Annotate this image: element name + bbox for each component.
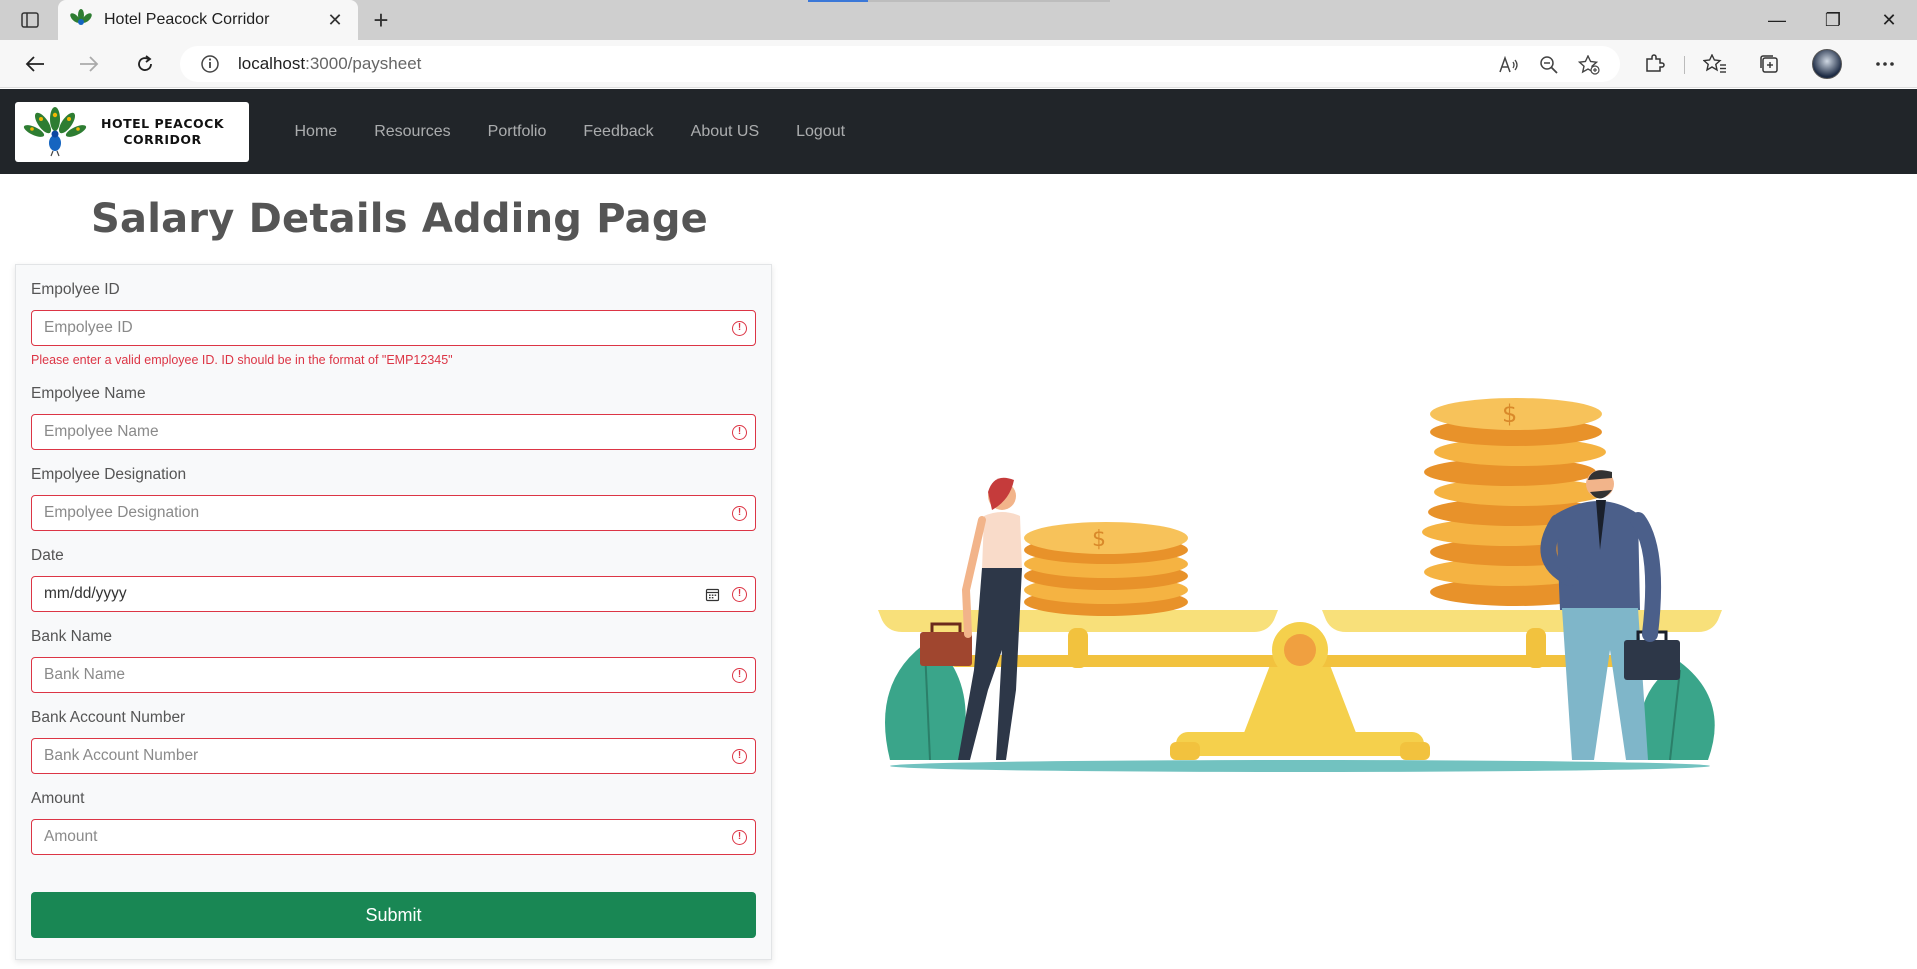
site-header: HOTEL PEACOCK CORRIDOR Home Resources Po… (0, 89, 1917, 174)
calendar-icon[interactable] (705, 587, 720, 602)
amount-label: Amount (31, 790, 85, 807)
bank-name-input[interactable]: Bank Name ! (31, 657, 756, 693)
employee-designation-input[interactable]: Empolyee Designation ! (31, 495, 756, 531)
bank-account-placeholder: Bank Account Number (44, 747, 199, 764)
employee-designation-placeholder: Empolyee Designation (44, 504, 200, 521)
address-bar[interactable]: localhost:3000/paysheet (180, 46, 1620, 82)
profile-avatar[interactable] (1809, 48, 1845, 80)
logo-line-1: HOTEL PEACOCK (101, 116, 225, 131)
error-icon: ! (732, 587, 747, 602)
employee-name-label: Empolyee Name (31, 385, 146, 402)
site-logo[interactable]: HOTEL PEACOCK CORRIDOR (15, 102, 249, 162)
amount-input[interactable]: Amount ! (31, 819, 756, 855)
browser-tab-bar: Hotel Peacock Corridor ✕ + — ❐ ✕ (0, 0, 1917, 40)
date-placeholder: mm/dd/yyyy (44, 585, 127, 602)
zoom-out-icon[interactable] (1532, 52, 1566, 78)
tab-actions-icon[interactable] (14, 8, 46, 32)
collections-icon[interactable] (1751, 48, 1787, 80)
employee-id-label: Empolyee ID (31, 281, 120, 298)
logo-line-2: CORRIDOR (123, 132, 202, 147)
url-host: localhost (238, 54, 306, 73)
submit-button[interactable]: Submit (31, 892, 756, 938)
tab-title: Hotel Peacock Corridor (104, 11, 270, 28)
amount-placeholder: Amount (44, 828, 98, 845)
read-aloud-icon[interactable] (1492, 52, 1526, 78)
close-window-button[interactable]: ✕ (1861, 0, 1917, 40)
svg-text:$: $ (1092, 527, 1106, 552)
date-input[interactable]: mm/dd/yyyy ! (31, 576, 756, 612)
peacock-favicon-icon (70, 9, 92, 25)
tab-close-icon[interactable]: ✕ (324, 10, 346, 31)
nav-portfolio[interactable]: Portfolio (469, 123, 565, 141)
salary-balance-illustration: $ $ (878, 398, 1722, 772)
bank-account-input[interactable]: Bank Account Number ! (31, 738, 756, 774)
salary-form: Empolyee ID Empolyee ID ! Please enter a… (15, 264, 772, 960)
toolbar-separator (1684, 56, 1685, 74)
error-icon: ! (732, 506, 747, 521)
peacock-logo-icon (23, 107, 87, 157)
back-arrow-icon[interactable] (18, 48, 52, 80)
nav-feedback[interactable]: Feedback (565, 123, 672, 141)
employee-id-input[interactable]: Empolyee ID ! (31, 310, 756, 346)
nav-about-us[interactable]: About US (672, 123, 777, 141)
employee-id-error: Please enter a valid employee ID. ID sho… (31, 353, 453, 367)
new-tab-button[interactable]: + (366, 6, 396, 34)
nav-resources[interactable]: Resources (356, 123, 469, 141)
error-icon: ! (732, 668, 747, 683)
nav-logout[interactable]: Logout (778, 123, 864, 141)
bank-name-placeholder: Bank Name (44, 666, 125, 683)
nav-home[interactable]: Home (276, 123, 356, 141)
add-favorite-icon[interactable] (1572, 52, 1606, 78)
date-label: Date (31, 547, 64, 564)
error-icon: ! (732, 321, 747, 336)
bank-name-label: Bank Name (31, 628, 112, 645)
error-icon: ! (732, 749, 747, 764)
bank-account-label: Bank Account Number (31, 709, 186, 726)
employee-id-placeholder: Empolyee ID (44, 319, 133, 336)
coin-stack-small-icon: $ (1024, 522, 1188, 616)
page-title: Salary Details Adding Page (91, 196, 708, 242)
restore-button[interactable]: ❐ (1805, 0, 1861, 40)
browser-tab-active[interactable]: Hotel Peacock Corridor ✕ (58, 0, 358, 40)
main-nav: Home Resources Portfolio Feedback About … (276, 89, 864, 174)
forward-arrow-icon[interactable] (72, 48, 106, 80)
logo-text: HOTEL PEACOCK CORRIDOR (101, 116, 224, 148)
employee-designation-label: Empolyee Designation (31, 466, 187, 483)
employee-name-input[interactable]: Empolyee Name ! (31, 414, 756, 450)
reload-icon[interactable] (128, 48, 162, 80)
more-options-icon[interactable] (1867, 48, 1903, 80)
url-path: :3000/paysheet (305, 54, 422, 73)
extensions-icon[interactable] (1636, 48, 1672, 80)
site-info-icon[interactable] (200, 54, 220, 74)
svg-text:$: $ (1502, 400, 1517, 428)
minimize-button[interactable]: — (1749, 0, 1805, 40)
loading-bar (808, 0, 1110, 2)
error-icon: ! (732, 425, 747, 440)
employee-name-placeholder: Empolyee Name (44, 423, 159, 440)
browser-toolbar: localhost:3000/paysheet (0, 40, 1917, 88)
error-icon: ! (732, 830, 747, 845)
favorites-icon[interactable] (1697, 48, 1733, 80)
